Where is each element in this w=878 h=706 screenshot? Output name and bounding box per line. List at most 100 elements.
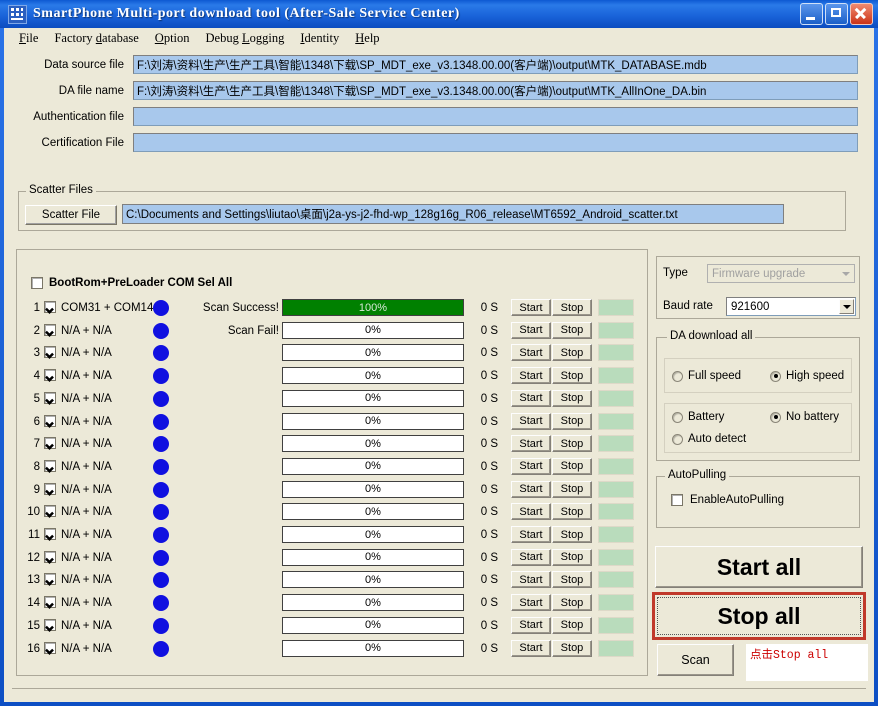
port-start-button[interactable]: Start — [511, 344, 551, 362]
maximize-button[interactable] — [825, 3, 848, 25]
scan-button[interactable]: Scan — [657, 644, 734, 676]
progress-bar: 0% — [282, 389, 464, 407]
type-dropdown[interactable]: Firmware upgrade — [707, 264, 855, 283]
table-row: 2 N/A + N/A Scan Fail! 0% 0 S Start Stop — [4, 320, 636, 342]
port-enable-checkbox[interactable] — [44, 482, 56, 495]
port-start-button[interactable]: Start — [511, 457, 551, 475]
port-enable-checkbox[interactable] — [44, 414, 56, 427]
port-stop-button[interactable]: Stop — [552, 299, 592, 316]
port-enable-checkbox[interactable] — [44, 528, 56, 540]
progress-bar-percent: 0% — [365, 392, 381, 405]
progress-bar-percent: 0% — [365, 437, 381, 450]
port-start-button[interactable]: Start — [511, 503, 551, 521]
port-enable-checkbox[interactable] — [44, 323, 56, 336]
radio-battery-dot[interactable] — [672, 411, 683, 423]
port-start-button[interactable]: Start — [511, 435, 551, 453]
autopulling-row[interactable]: EnableAutoPulling — [671, 494, 784, 506]
menu-option[interactable]: Option — [148, 29, 199, 48]
field-row-cert-file: Certification File — [12, 132, 858, 153]
port-stop-button[interactable]: Stop — [552, 457, 592, 475]
radio-no-battery-dot[interactable] — [770, 411, 781, 423]
port-enable-checkbox[interactable] — [44, 391, 56, 404]
input-da-file-name[interactable]: F:\刘涛\资料\生产\生产工具\智能\1348\下载\SP_MDT_exe_v… — [133, 81, 858, 100]
port-start-button[interactable]: Start — [511, 367, 551, 385]
port-enable-checkbox[interactable] — [44, 369, 56, 382]
port-start-button[interactable]: Start — [511, 548, 551, 566]
port-start-button[interactable]: Start — [511, 299, 551, 316]
radio-battery[interactable]: Battery — [672, 411, 724, 423]
menu-identity[interactable]: Identity — [293, 29, 348, 48]
port-stop-button[interactable]: Stop — [552, 480, 592, 498]
port-start-button[interactable]: Start — [511, 321, 551, 339]
port-stop-button[interactable]: Stop — [552, 571, 592, 589]
port-start-button[interactable]: Start — [511, 389, 551, 407]
port-stop-button[interactable]: Stop — [552, 594, 592, 612]
port-status-dot-icon — [153, 322, 169, 339]
input-certification-file[interactable] — [133, 133, 858, 152]
port-stop-button[interactable]: Stop — [552, 321, 592, 339]
port-index: 3 — [33, 347, 40, 360]
radio-auto-detect-dot[interactable] — [672, 433, 683, 445]
port-start-button[interactable]: Start — [511, 526, 551, 543]
radio-auto-detect[interactable]: Auto detect — [672, 433, 746, 445]
select-all-checkbox[interactable] — [31, 277, 43, 289]
port-stop-button[interactable]: Stop — [552, 389, 592, 407]
port-enable-checkbox[interactable] — [44, 346, 56, 359]
progress-bar: 0% — [282, 367, 464, 385]
port-enable-checkbox[interactable] — [44, 437, 56, 450]
menu-help[interactable]: Help — [348, 29, 388, 48]
port-stop-button[interactable]: Stop — [552, 503, 592, 521]
port-stop-button[interactable]: Stop — [552, 639, 592, 657]
port-enable-checkbox[interactable] — [44, 301, 56, 313]
start-all-button[interactable]: Start all — [655, 546, 863, 588]
port-stop-button[interactable]: Stop — [552, 435, 592, 453]
title-bar: SmartPhone Multi-port download tool (Aft… — [0, 0, 878, 28]
port-stop-button[interactable]: Stop — [552, 367, 592, 385]
port-enable-checkbox[interactable] — [44, 641, 56, 654]
port-enable-checkbox[interactable] — [44, 573, 56, 586]
radio-full-speed-dot[interactable] — [672, 370, 683, 382]
port-result-indicator — [598, 389, 634, 407]
port-stop-button[interactable]: Stop — [552, 526, 592, 543]
port-start-button[interactable]: Start — [511, 412, 551, 430]
port-start-button[interactable]: Start — [511, 571, 551, 589]
input-data-source-file[interactable]: F:\刘涛\资料\生产\生产工具\智能\1348\下载\SP_MDT_exe_v… — [133, 55, 858, 74]
minimize-button[interactable] — [800, 3, 823, 25]
port-start-button[interactable]: Start — [511, 639, 551, 657]
port-start-button[interactable]: Start — [511, 616, 551, 634]
close-button[interactable] — [850, 3, 873, 25]
chevron-down-icon[interactable] — [838, 266, 853, 281]
select-all-label: BootRom+PreLoader COM Sel All — [49, 277, 233, 289]
stop-all-button[interactable]: Stop all — [657, 597, 861, 635]
port-start-button[interactable]: Start — [511, 594, 551, 612]
select-all-row[interactable]: BootRom+PreLoader COM Sel All — [31, 277, 232, 289]
port-index: 16 — [27, 642, 40, 655]
radio-high-speed-label: High speed — [786, 370, 845, 382]
radio-high-speed[interactable]: High speed — [770, 370, 844, 382]
port-start-button[interactable]: Start — [511, 480, 551, 498]
port-result-indicator — [598, 344, 634, 362]
port-enable-checkbox[interactable] — [44, 550, 56, 563]
input-authentication-file[interactable] — [133, 107, 858, 126]
port-stop-button[interactable]: Stop — [552, 548, 592, 566]
menu-factory-database[interactable]: Factory database — [47, 29, 147, 48]
menu-debug-logging[interactable]: Debug Logging — [199, 29, 294, 48]
radio-high-speed-dot[interactable] — [770, 370, 781, 382]
scatter-file-button[interactable]: Scatter File — [25, 205, 117, 225]
port-stop-button[interactable]: Stop — [552, 344, 592, 362]
chevron-down-icon[interactable] — [839, 299, 854, 314]
port-name: N/A + N/A — [61, 619, 112, 632]
enable-autopulling-checkbox[interactable] — [671, 494, 683, 506]
radio-full-speed[interactable]: Full speed — [672, 370, 741, 382]
port-enable-checkbox[interactable] — [44, 505, 56, 518]
maximize-icon — [831, 8, 841, 17]
port-enable-checkbox[interactable] — [44, 618, 56, 631]
radio-no-battery[interactable]: No battery — [770, 411, 839, 423]
port-enable-checkbox[interactable] — [44, 459, 56, 472]
port-enable-checkbox[interactable] — [44, 596, 56, 609]
port-stop-button[interactable]: Stop — [552, 412, 592, 430]
scatter-file-path[interactable]: C:\Documents and Settings\liutao\桌面\j2a-… — [122, 204, 784, 224]
menu-file[interactable]: File — [12, 29, 47, 48]
baud-rate-dropdown[interactable]: 921600 — [726, 297, 856, 316]
port-stop-button[interactable]: Stop — [552, 616, 592, 634]
